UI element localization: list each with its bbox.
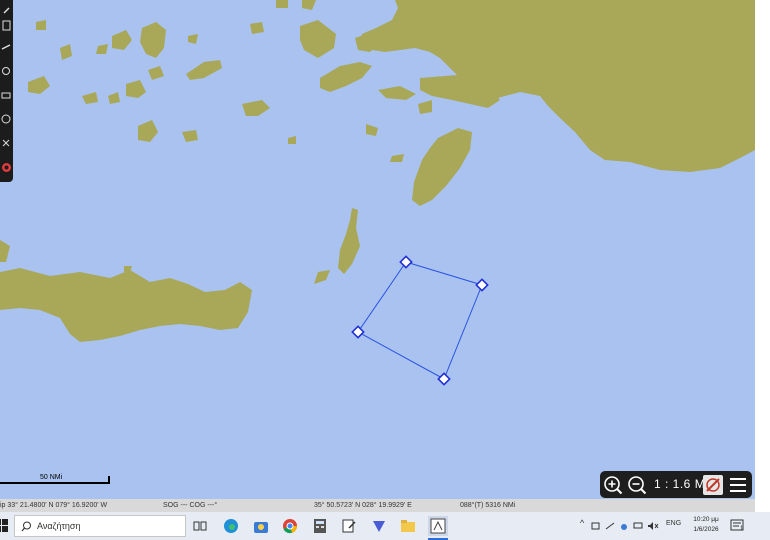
- file-explorer-icon[interactable]: [398, 516, 418, 536]
- notes-icon[interactable]: [339, 516, 359, 536]
- cursor-position: 35° 50.5723' N 028° 19.9929' E: [314, 502, 412, 509]
- zoom-out-icon[interactable]: [626, 474, 648, 496]
- search-placeholder: Αναζήτηση: [37, 521, 81, 531]
- clock-date: 1/6/2026: [693, 526, 719, 533]
- scale-bar-label: 50 NMi: [40, 474, 63, 481]
- scale-bar: 50 NMi: [0, 474, 112, 486]
- chrome-icon[interactable]: [280, 516, 300, 536]
- clock-time: 10:20 μμ: [693, 516, 719, 523]
- waypoint-4: [351, 325, 365, 339]
- chart-map[interactable]: 50 NMi 1 : 1.6 M: [0, 0, 755, 499]
- zoom-controls: 1 : 1.6 M: [600, 471, 752, 498]
- sog-cog: SOG --- COG ---°: [163, 502, 218, 509]
- start-icon[interactable]: [0, 516, 12, 536]
- clock[interactable]: 10:20 μμ 1/6/2026: [688, 515, 724, 535]
- edge-icon[interactable]: [221, 516, 241, 536]
- hamburger-menu-icon[interactable]: [727, 474, 749, 496]
- calculator-icon[interactable]: [310, 516, 330, 536]
- network-icon[interactable]: [604, 516, 616, 536]
- language-indicator[interactable]: ENG: [666, 520, 681, 527]
- vpn-icon[interactable]: [369, 516, 389, 536]
- help-icon[interactable]: [0, 110, 12, 128]
- search-icon: [21, 521, 31, 532]
- page-icon[interactable]: [0, 16, 12, 34]
- info-icon[interactable]: [0, 134, 12, 152]
- waypoint-3: [437, 372, 451, 386]
- map-border: [755, 0, 770, 512]
- zoom-in-icon[interactable]: [602, 474, 624, 496]
- store-icon[interactable]: [251, 516, 271, 536]
- display-icon[interactable]: [632, 516, 644, 536]
- measure-icon[interactable]: [0, 38, 12, 56]
- print-icon[interactable]: [0, 86, 12, 104]
- notification-count: 1: [740, 526, 744, 532]
- zoom-scale-label: 1 : 1.6 M: [654, 477, 706, 491]
- map-toolbar: [0, 0, 13, 182]
- windows-taskbar: Αναζήτηση ^ ENG 10:20 μμ 1/6/2026 1: [0, 512, 770, 540]
- ship-position: ip 33° 21.4800' N 079° 16.9200' W: [0, 502, 108, 509]
- waypoint-1: [399, 255, 413, 269]
- chart-app-icon[interactable]: [428, 516, 448, 536]
- tray-chevron-icon[interactable]: ^: [580, 518, 584, 528]
- bearing-distance: 088°(T) 5316 NMi: [460, 502, 516, 509]
- task-view-icon[interactable]: [190, 516, 210, 536]
- waypoint-2: [475, 278, 489, 292]
- cloud-icon[interactable]: [618, 516, 630, 536]
- land-layer: [0, 0, 755, 386]
- lifebuoy-icon[interactable]: [0, 158, 12, 176]
- volume-icon[interactable]: [646, 516, 660, 536]
- status-bar: ip 33° 21.4800' N 079° 16.9200' W SOG --…: [0, 499, 755, 512]
- notification-icon[interactable]: 1: [728, 516, 748, 536]
- taskbar-search[interactable]: Αναζήτηση: [14, 515, 186, 537]
- gear-icon[interactable]: [0, 62, 12, 80]
- camera-icon[interactable]: [590, 516, 602, 536]
- route-polygon: [357, 261, 483, 380]
- compass-icon[interactable]: [702, 474, 724, 496]
